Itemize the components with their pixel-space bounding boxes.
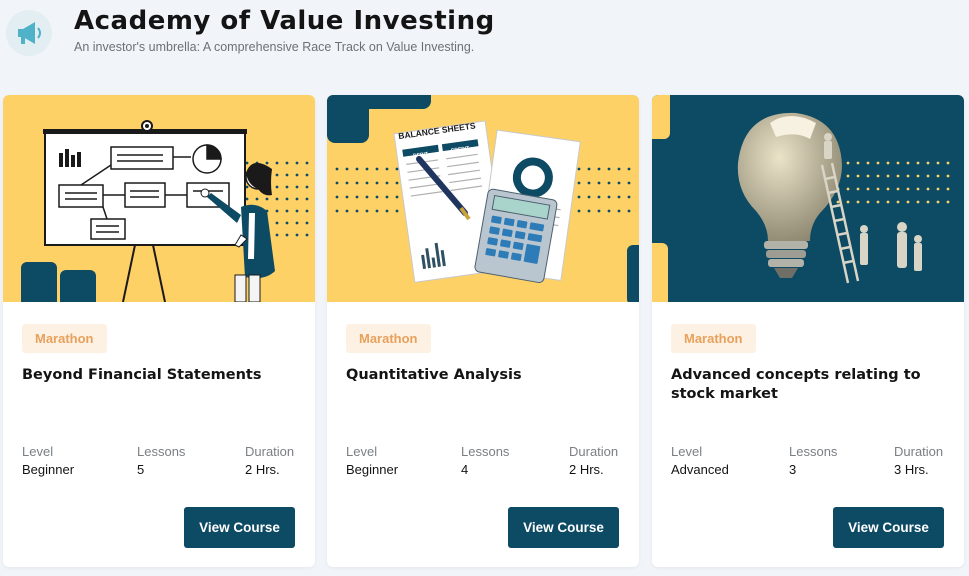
- duration-value: 3 Hrs.: [894, 462, 929, 477]
- course-card[interactable]: Marathon Advanced concepts relating to s…: [652, 95, 964, 567]
- lessons-value: 3: [789, 462, 797, 477]
- course-badge: Marathon: [346, 324, 431, 353]
- duration-value: 2 Hrs.: [569, 462, 604, 477]
- course-title: Beyond Financial Statements: [22, 367, 262, 383]
- view-course-button[interactable]: View Course: [833, 507, 944, 548]
- view-course-button[interactable]: View Course: [184, 507, 295, 548]
- duration-label: Duration: [245, 444, 295, 459]
- view-course-button[interactable]: View Course: [508, 507, 619, 548]
- duration-label: Duration: [894, 444, 944, 459]
- level-value: Beginner: [346, 462, 399, 477]
- duration-value: 2 Hrs.: [245, 462, 280, 477]
- lessons-label: Lessons: [789, 444, 838, 459]
- course-card[interactable]: BALANCE SHEETS DEBIT CREDIT Marathon Qua…: [327, 95, 639, 567]
- lessons-value: 5: [137, 462, 145, 477]
- level-label: Level: [671, 444, 703, 459]
- course-image-balance-sheets: BALANCE SHEETS DEBIT CREDIT: [327, 95, 639, 302]
- course-badge: Marathon: [22, 324, 107, 353]
- course-title: Quantitative Analysis: [346, 367, 522, 383]
- duration-label: Duration: [569, 444, 619, 459]
- page-subtitle: An investor's umbrella: A comprehensive …: [74, 40, 475, 54]
- lessons-label: Lessons: [137, 444, 186, 459]
- page-header: Academy of Value Investing An investor's…: [0, 0, 969, 70]
- course-badge: Marathon: [671, 324, 756, 353]
- course-image-lightbulb: [652, 95, 964, 302]
- level-label: Level: [22, 444, 54, 459]
- megaphone-icon: [6, 10, 52, 56]
- lessons-value: 4: [461, 462, 469, 477]
- level-label: Level: [346, 444, 378, 459]
- page-title: Academy of Value Investing: [74, 6, 495, 36]
- level-value: Beginner: [22, 462, 75, 477]
- course-image-presentation: [3, 95, 315, 302]
- level-value: Advanced: [671, 462, 729, 477]
- lessons-label: Lessons: [461, 444, 510, 459]
- course-card[interactable]: Marathon Beyond Financial Statements Lev…: [3, 95, 315, 567]
- course-title: Advanced concepts relating to stock mark…: [671, 367, 921, 402]
